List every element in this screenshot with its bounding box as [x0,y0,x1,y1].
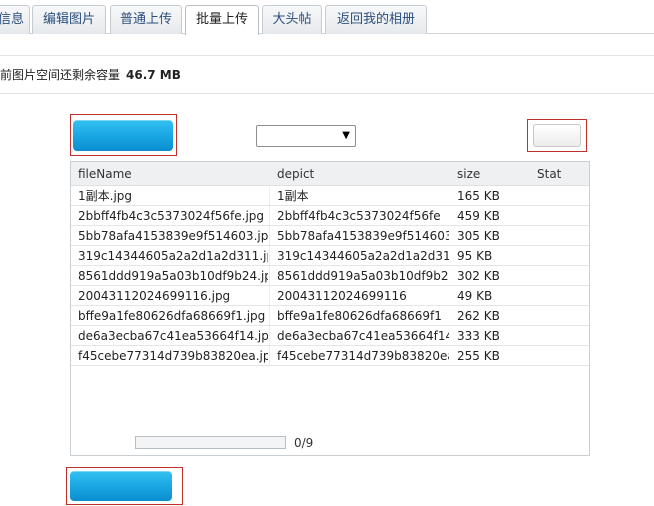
depict-cell: 2bbff4fb4c3c5373024f56fe [277,209,441,223]
size-cell: 459 KB [457,209,500,223]
column-header-depict: depict [277,167,315,181]
table-row[interactable]: bffe9a1fe80626dfa68669f1.jpg bffe9a1fe806… [71,306,589,326]
divider [0,93,654,94]
size-cell: 305 KB [457,229,500,243]
depict-cell: de6a3ecba67c41ea53664f14 [277,329,449,343]
size-cell: 255 KB [457,349,500,363]
filename-cell: bffe9a1fe80626dfa68669f1.jpg [78,309,266,323]
filename-cell: 5bb78afa4153839e9f514603.jpg [78,229,268,243]
table-row[interactable]: 319c14344605a2a2d1a2d311.jpg 319c14344605… [71,246,589,266]
tab-back-to-album[interactable]: 返回我的相册 [325,5,427,34]
depict-cell: f45cebe77314d739b83820ea [277,349,449,363]
depict-cell: 319c14344605a2a2d1a2d311 [277,249,449,263]
table-row[interactable]: 20043112024699116.jpg 20043112024699116 49… [71,286,589,306]
storage-quota: 前图片空间还剩余容量 46.7 MB [0,66,181,83]
file-list: 1副本.jpg 1副本 165 KB 2bbff4fb4c3c5373024f56fe… [71,186,589,366]
tab-edit-images[interactable]: 编辑图片 [32,5,106,34]
quota-value: 46.7 MB [126,68,181,82]
quota-label: 前图片空间还剩余容量 [0,68,121,82]
triangle-down-icon: ▼ [342,130,350,141]
size-cell: 333 KB [457,329,500,343]
table-row[interactable]: 8561ddd919a5a03b10df9b24.jpg 8561ddd919a5… [71,266,589,286]
depict-cell: 5bb78afa4153839e9f514603 [277,229,449,243]
table-row[interactable]: 1副本.jpg 1副本 165 KB [71,186,589,206]
column-header-stat: Stat [537,167,562,181]
size-cell: 49 KB [457,289,493,303]
table-row[interactable]: de6a3ecba67c41ea53664f14.jpg de6a3ecba67c… [71,326,589,346]
divider [0,55,654,56]
filename-cell: f45cebe77314d739b83820ea.jpg [78,349,268,363]
upload-progress-bar [135,436,286,449]
upload-file-panel: fileName depict size Stat 1副本.jpg 1副本 165 … [70,161,590,456]
filename-cell: de6a3ecba67c41ea53664f14.jpg [78,329,268,343]
depict-cell: bffe9a1fe80626dfa68669f1 [277,309,442,323]
browse-files-button[interactable] [73,120,173,151]
filename-cell: 8561ddd919a5a03b10df9b24.jpg [78,269,268,283]
filename-cell: 1副本.jpg [78,189,133,203]
clear-button[interactable] [533,124,581,147]
tab-bar: 信息 编辑图片 普通上传 批量上传 大头帖 返回我的相册 [0,0,654,35]
depict-cell: 1副本 [277,189,309,203]
table-row[interactable]: f45cebe77314d739b83820ea.jpg f45cebe77314… [71,346,589,366]
table-row[interactable]: 5bb78afa4153839e9f514603.jpg 5bb78afa4153… [71,226,589,246]
column-header-size: size [457,167,481,181]
filename-cell: 20043112024699116.jpg [78,289,231,303]
column-header-filename: fileName [78,167,132,181]
tab-info[interactable]: 信息 [0,5,30,34]
tab-avatar-post[interactable]: 大头帖 [262,5,322,34]
tab-normal-upload[interactable]: 普通上传 [110,5,182,34]
table-row[interactable]: 2bbff4fb4c3c5373024f56fe.jpg 2bbff4fb4c3c… [71,206,589,226]
album-select[interactable]: ▼ [256,125,356,147]
size-cell: 165 KB [457,189,500,203]
depict-cell: 8561ddd919a5a03b10df9b24 [277,269,449,283]
size-cell: 302 KB [457,269,500,283]
depict-cell: 20043112024699116 [277,289,407,303]
size-cell: 95 KB [457,249,493,263]
start-upload-button[interactable] [70,471,172,501]
filename-cell: 2bbff4fb4c3c5373024f56fe.jpg [78,209,265,223]
table-header: fileName depict size Stat [71,162,589,186]
size-cell: 262 KB [457,309,500,323]
tab-batch-upload[interactable]: 批量上传 [185,5,259,35]
upload-progress-text: 0/9 [294,436,314,450]
filename-cell: 319c14344605a2a2d1a2d311.jpg [78,249,268,263]
